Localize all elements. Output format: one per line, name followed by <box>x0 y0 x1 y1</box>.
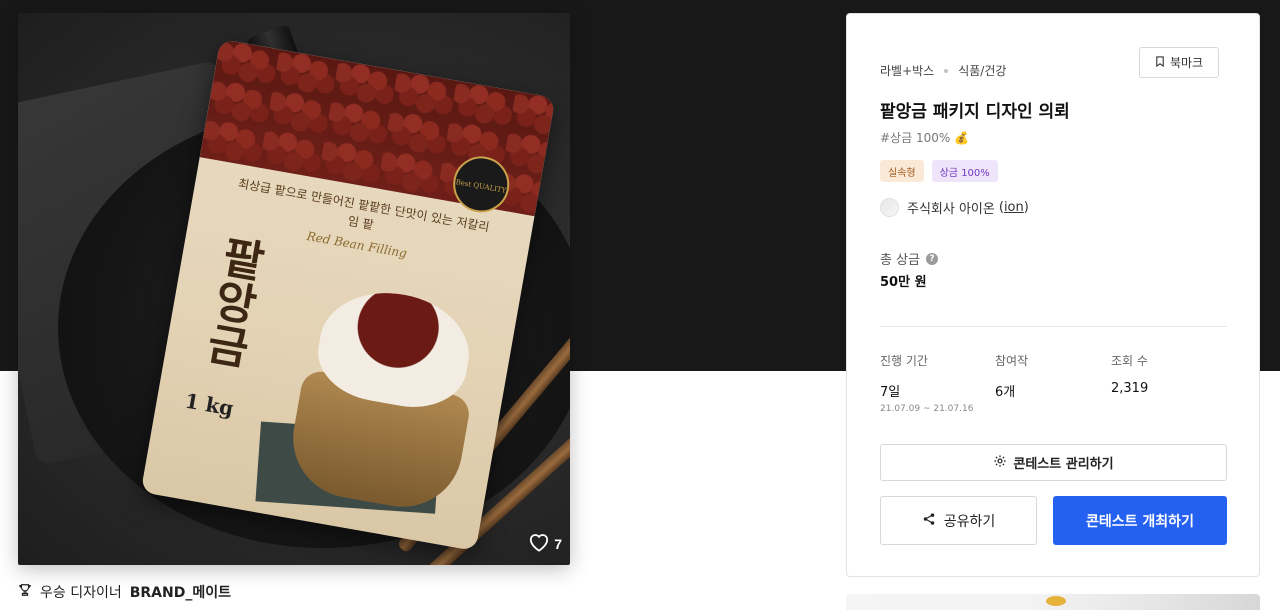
stat-participants-value: 6개 <box>995 385 1016 400</box>
stat-participants-label: 참여작 <box>995 354 1029 368</box>
winner-prefix: 우승 디자이너 <box>40 585 122 601</box>
bookmark-button[interactable]: 북마크 <box>1139 47 1219 78</box>
share-icon <box>922 512 936 530</box>
like-button[interactable]: 7 <box>528 532 562 555</box>
company-name: 주식회사 아이온 <box>907 202 995 217</box>
badge-contest-type: 실속형 <box>880 160 924 182</box>
total-prize-label-text: 총 상금 <box>880 253 921 268</box>
pouch-bowl-graphic <box>283 270 490 517</box>
category-sub[interactable]: 식품/건강 <box>958 62 1006 79</box>
stat-period: 진행 기간 7일 21.07.09 ~ 21.07.16 <box>880 352 973 414</box>
winner-designer: 우승 디자이너 BRAND_메이트 <box>18 582 231 602</box>
category-main[interactable]: 라벨+박스 <box>880 62 934 79</box>
company-handle-wrap: (ion) <box>998 200 1029 215</box>
pouch-weight: 1 kg <box>183 388 236 421</box>
share-button[interactable]: 공유하기 <box>880 496 1037 545</box>
winner-name[interactable]: BRAND_메이트 <box>130 582 231 602</box>
stat-views-value: 2,319 <box>1111 381 1149 396</box>
trophy-icon <box>18 583 32 601</box>
pouch-product-name: 팥앙금 <box>195 231 269 371</box>
divider <box>880 326 1227 327</box>
badge-prize-rate: 상금 100% <box>931 160 998 182</box>
total-prize-value: 50만 원 <box>880 275 927 290</box>
stat-views-label: 조회 수 <box>1111 354 1148 368</box>
bookmark-icon <box>1155 55 1165 70</box>
host-company[interactable]: 주식회사 아이온 (ion) <box>880 198 1029 217</box>
contest-badges: 실속형 상금 100% <box>880 160 998 182</box>
stat-period-value: 7일 <box>880 385 901 400</box>
total-prize-label: 총 상금 ? <box>880 249 939 268</box>
stat-period-label: 진행 기간 <box>880 354 928 368</box>
contest-hashtag: #상금 100% 💰 <box>880 131 970 145</box>
manage-contest-label: 콘테스트 관리하기 <box>1013 457 1114 472</box>
contest-title: 팥앙금 패키지 디자인 의뢰 <box>880 102 1070 122</box>
banner-preview[interactable] <box>846 594 1260 610</box>
open-contest-button[interactable]: 콘테스트 개최하기 <box>1053 496 1227 545</box>
company-avatar <box>880 198 899 217</box>
stat-period-range: 21.07.09 ~ 21.07.16 <box>880 404 974 414</box>
gear-icon <box>993 454 1007 472</box>
stat-participants: 참여작 6개 <box>995 352 1028 400</box>
coin-graphic <box>1046 596 1066 606</box>
manage-contest-button[interactable]: 콘테스트 관리하기 <box>880 444 1227 481</box>
bookmark-label: 북마크 <box>1169 56 1204 70</box>
breadcrumb-separator <box>944 68 949 73</box>
like-count: 7 <box>554 535 562 552</box>
breadcrumb: 라벨+박스 식품/건강 <box>880 62 1006 79</box>
heart-icon <box>528 532 550 555</box>
help-icon[interactable]: ? <box>926 252 939 265</box>
company-handle[interactable]: ion <box>1004 200 1024 215</box>
stat-views: 조회 수 2,319 <box>1111 352 1148 396</box>
share-label: 공유하기 <box>943 513 996 530</box>
product-image[interactable]: Best QUALITY 최상급 팥으로 만들어진 팥팥한 단맛이 있는 저칼리… <box>18 13 570 565</box>
contest-info-card: 라벨+박스 식품/건강 북마크 팥앙금 패키지 디자인 의뢰 #상금 100% … <box>846 13 1260 577</box>
